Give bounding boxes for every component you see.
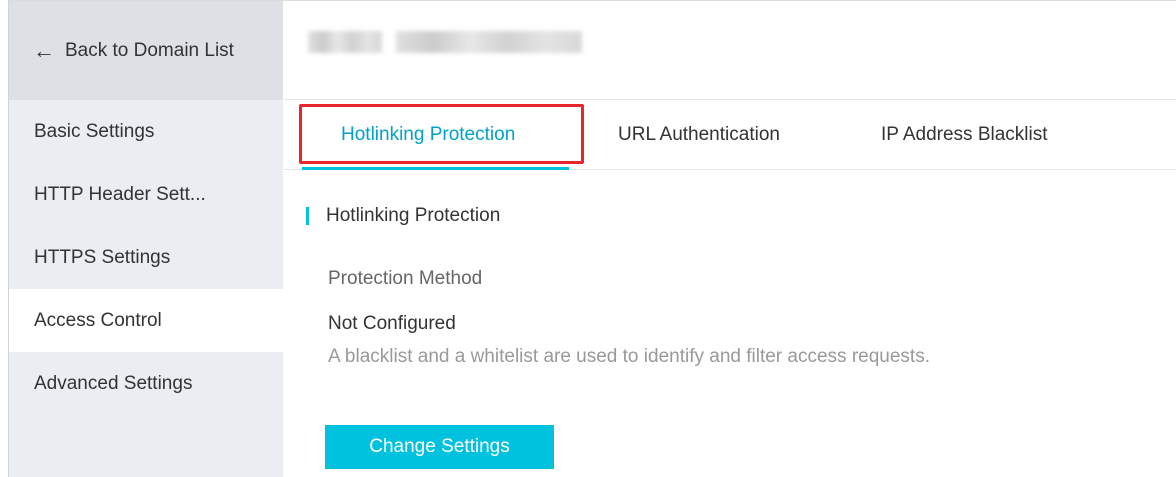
sidebar-item-label: HTTPS Settings <box>34 246 171 268</box>
protection-method-description: A blacklist and a whitelist are used to … <box>328 346 930 367</box>
section-title-accent-bar <box>306 207 309 225</box>
tab-hotlinking-protection[interactable]: Hotlinking Protection <box>341 100 515 170</box>
tab-label: Hotlinking Protection <box>341 124 516 145</box>
redacted-domain-name <box>308 31 382 53</box>
protection-method-value: Not Configured <box>328 313 456 334</box>
protection-method-label: Protection Method <box>328 268 483 289</box>
section-title: Hotlinking Protection <box>306 205 500 227</box>
tab-url-authentication[interactable]: URL Authentication <box>618 100 780 170</box>
sidebar-item-access-control[interactable]: Access Control <box>9 289 283 352</box>
sidebar-item-https-settings[interactable]: HTTPS Settings <box>9 226 283 289</box>
back-label: Back to Domain List <box>65 39 234 61</box>
tab-bar: Hotlinking Protection URL Authentication… <box>284 100 1176 170</box>
sidebar-item-label: Access Control <box>34 309 162 331</box>
sidebar: ← Back to Domain List Basic Settings HTT… <box>9 1 283 477</box>
sidebar-item-label: Basic Settings <box>34 120 155 142</box>
sidebar-item-basic-settings[interactable]: Basic Settings <box>9 100 283 163</box>
redacted-domain-name-part <box>396 31 582 53</box>
change-settings-button[interactable]: Change Settings <box>325 425 554 469</box>
tab-label: IP Address Blacklist <box>881 124 1048 145</box>
sidebar-item-http-header-settings[interactable]: HTTP Header Sett... <box>9 163 283 226</box>
sidebar-item-label: HTTP Header Sett... <box>34 183 206 205</box>
tab-label: URL Authentication <box>618 124 780 145</box>
sidebar-item-label: Advanced Settings <box>34 372 193 394</box>
back-to-domain-list-link[interactable]: ← Back to Domain List <box>9 1 283 100</box>
sidebar-item-advanced-settings[interactable]: Advanced Settings <box>9 352 283 415</box>
tab-ip-address-blacklist[interactable]: IP Address Blacklist <box>881 100 1048 170</box>
page-header <box>284 1 1176 100</box>
arrow-left-icon: ← <box>33 37 55 63</box>
active-tab-indicator <box>302 167 569 170</box>
section-title-text: Hotlinking Protection <box>326 205 501 226</box>
